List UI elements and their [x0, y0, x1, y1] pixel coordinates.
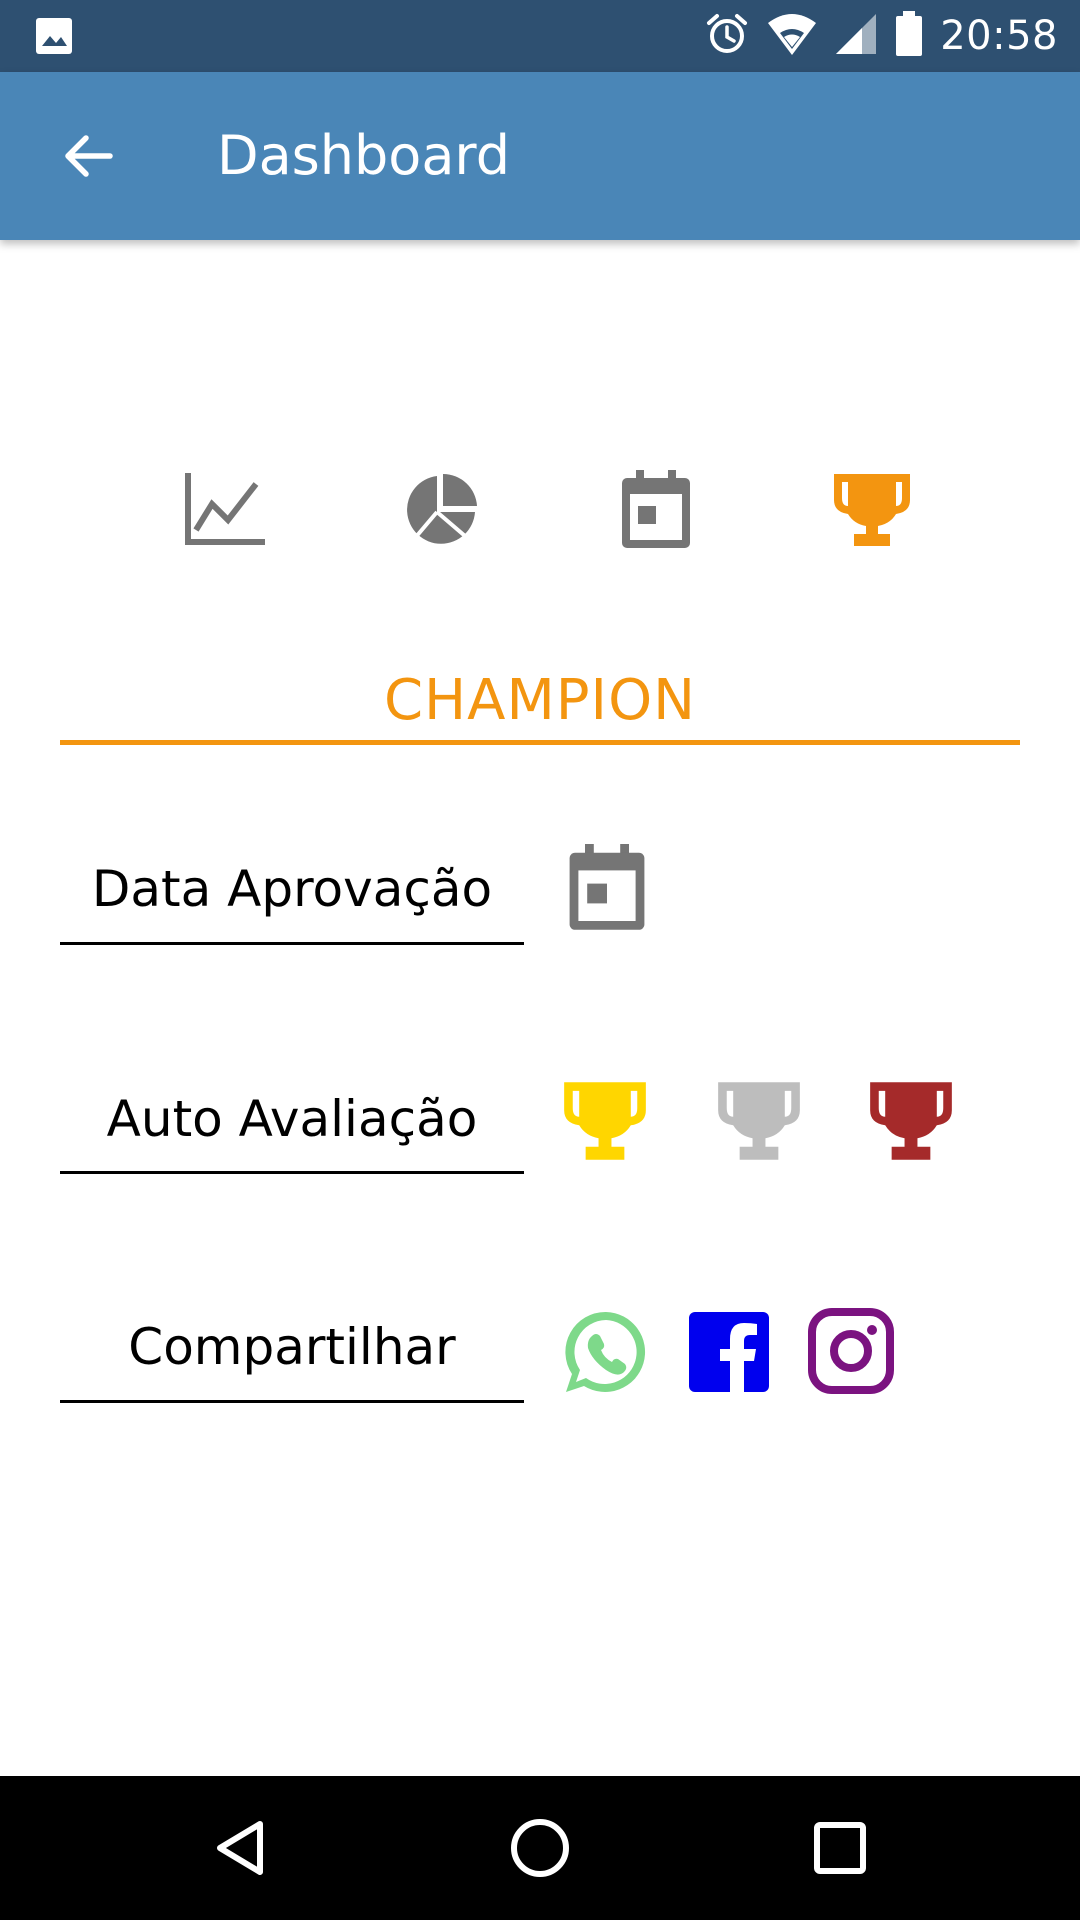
nav-recents-button[interactable]	[790, 1798, 890, 1898]
page-title: Dashboard	[217, 124, 510, 187]
screen: 20:58 Dashboard CHAMPION Data Aprovação …	[0, 0, 1080, 1920]
calendar-icon	[622, 470, 690, 548]
instagram-icon	[808, 1308, 894, 1394]
arrow-back-icon	[65, 135, 113, 177]
trophy-icon	[834, 474, 910, 546]
silver-trophy-button[interactable]	[714, 1074, 804, 1168]
system-nav-bar	[0, 1776, 1080, 1920]
home-circle-icon	[511, 1819, 569, 1877]
status-time: 20:58	[940, 13, 1058, 59]
recents-square-icon	[814, 1822, 866, 1874]
tab-trophy[interactable]	[822, 460, 922, 560]
wifi-icon	[766, 11, 818, 61]
nav-back-button[interactable]	[190, 1798, 290, 1898]
nav-home-button[interactable]	[490, 1798, 590, 1898]
status-icons: 20:58	[704, 10, 1058, 62]
dashboard-tabs	[0, 460, 1080, 570]
app-bar: Dashboard	[0, 72, 1080, 240]
calendar-icon	[569, 844, 645, 930]
back-button[interactable]	[48, 116, 128, 196]
status-bar: 20:58	[0, 0, 1080, 72]
cell-signal-icon	[834, 12, 878, 60]
self-assessment-underline	[60, 1171, 524, 1174]
approval-date-label: Data Aprovação	[91, 860, 493, 918]
tab-calendar[interactable]	[606, 460, 706, 560]
approval-date-picker-button[interactable]	[562, 840, 652, 936]
trophy-icon	[870, 1082, 952, 1160]
share-facebook-button[interactable]	[686, 1308, 772, 1396]
share-instagram-button[interactable]	[806, 1306, 896, 1396]
bronze-trophy-button[interactable]	[866, 1074, 956, 1168]
pie-chart-icon	[407, 473, 477, 544]
section-divider	[60, 740, 1020, 745]
tab-pie-chart[interactable]	[391, 460, 491, 560]
image-icon	[34, 16, 74, 56]
trophy-icon	[718, 1082, 800, 1160]
line-chart-icon	[185, 473, 265, 545]
self-assessment-label: Auto Avaliação	[106, 1090, 478, 1148]
whatsapp-icon	[565, 1311, 646, 1392]
back-triangle-icon	[217, 1821, 263, 1875]
section-title: CHAMPION	[383, 668, 697, 733]
battery-icon	[894, 11, 924, 61]
alarm-icon	[704, 11, 750, 61]
share-label: Compartilhar	[128, 1318, 456, 1376]
gold-trophy-button[interactable]	[560, 1074, 650, 1168]
facebook-icon	[689, 1312, 769, 1392]
trophy-icon	[564, 1082, 646, 1160]
share-whatsapp-button[interactable]	[560, 1306, 652, 1398]
approval-date-underline	[60, 942, 524, 945]
share-underline	[60, 1400, 524, 1403]
tab-line-chart[interactable]	[174, 460, 274, 560]
